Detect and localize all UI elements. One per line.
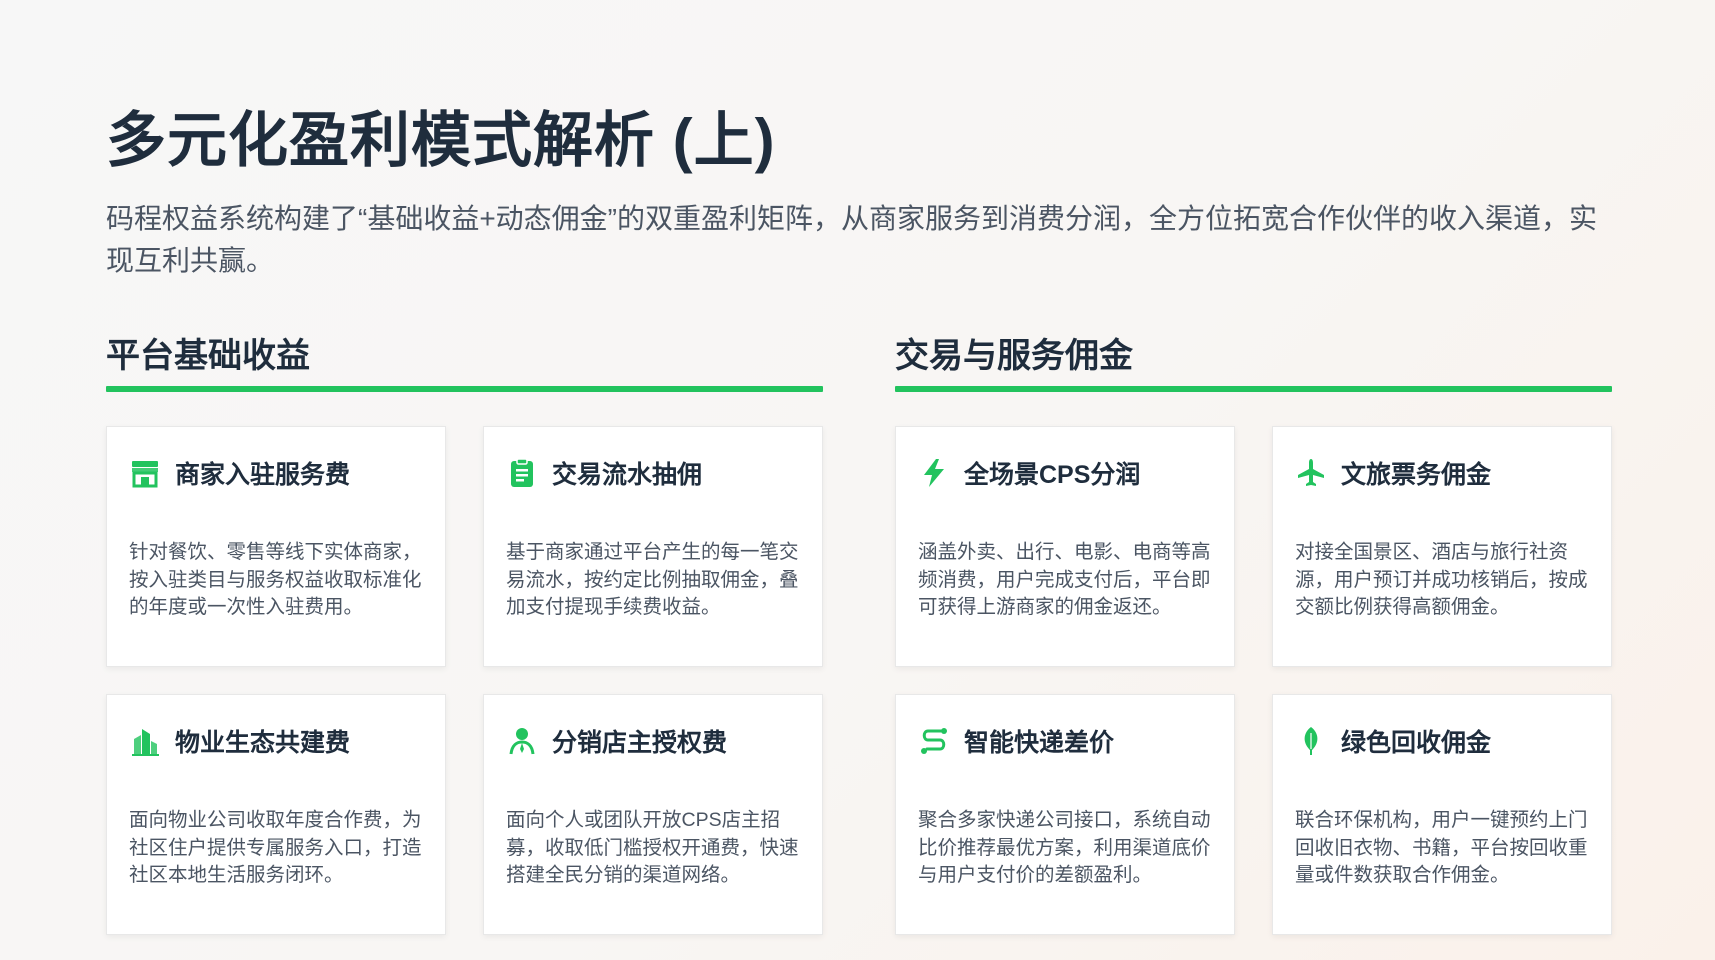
card-description: 聚合多家快递公司接口，系统自动比价推荐最优方案，利用渠道底价与用户支付价的差额盈… — [918, 809, 1211, 886]
card-description: 面向物业公司收取年度合作费，为社区住户提供专属服务入口，打造社区本地生活服务闭环… — [129, 809, 422, 886]
card-title: 文旅票务佣金 — [1341, 461, 1492, 489]
card-description: 基于商家通过平台产生的每一笔交易流水，按约定比例抽取佣金，叠加支付提现手续费收益… — [506, 541, 799, 618]
route-icon — [918, 725, 950, 757]
card-merchant-entry-fee: 商家入驻服务费 针对餐饮、零售等线下实体商家，按入驻类目与服务权益收取标准化的年… — [106, 426, 446, 667]
buildings-icon — [129, 725, 161, 757]
leaf-icon — [1295, 725, 1327, 757]
card-cps-profit-share: 全场景CPS分润 涵盖外卖、出行、电影、电商等高频消费，用户完成支付后，平台即可… — [895, 426, 1235, 667]
section-title: 平台基础收益 — [106, 337, 310, 375]
clipboard-list-icon — [506, 457, 538, 489]
section-underline — [895, 386, 1612, 392]
card-title: 全场景CPS分润 — [964, 461, 1141, 489]
section-underline — [106, 386, 823, 392]
page-subtitle: 码程权益系统构建了“基础收益+动态佣金”的双重盈利矩阵，从商家服务到消费分润，全… — [106, 203, 1598, 276]
card-transaction-commission: 交易流水抽佣 基于商家通过平台产生的每一笔交易流水，按约定比例抽取佣金，叠加支付… — [483, 426, 823, 667]
card-description: 面向个人或团队开放CPS店主招募，收取低门槛授权开通费，快速搭建全民分销的渠道网… — [506, 809, 799, 886]
airplane-icon — [1295, 457, 1327, 489]
card-description: 针对餐饮、零售等线下实体商家，按入驻类目与服务权益收取标准化的年度或一次性入驻费… — [129, 541, 422, 618]
section-transaction-commission: 交易与服务佣金 全场景CPS分润 涵盖外卖、出行、电影、电商等高频消费，用户完成… — [895, 326, 1612, 935]
user-icon — [506, 725, 538, 757]
card-title: 智能快递差价 — [964, 729, 1115, 757]
lightning-icon — [918, 457, 950, 489]
card-title: 分销店主授权费 — [552, 729, 728, 757]
card-description: 对接全国景区、酒店与旅行社资源，用户预订并成功核销后，按成交额比例获得高额佣金。 — [1295, 541, 1588, 618]
card-green-recycling-commission: 绿色回收佣金 联合环保机构，用户一键预约上门回收旧衣物、书籍，平台按回收重量或件… — [1272, 694, 1612, 935]
card-property-ecosystem-fee: 物业生态共建费 面向物业公司收取年度合作费，为社区住户提供专属服务入口，打造社区… — [106, 694, 446, 935]
card-description: 涵盖外卖、出行、电影、电商等高频消费，用户完成支付后，平台即可获得上游商家的佣金… — [918, 541, 1211, 618]
card-travel-ticket-commission: 文旅票务佣金 对接全国景区、酒店与旅行社资源，用户预订并成功核销后，按成交额比例… — [1272, 426, 1612, 667]
card-title: 物业生态共建费 — [175, 729, 351, 757]
card-title: 商家入驻服务费 — [175, 461, 351, 489]
storefront-icon — [129, 457, 161, 489]
page-title: 多元化盈利模式解析 (上) — [106, 107, 776, 174]
card-distributor-license-fee: 分销店主授权费 面向个人或团队开放CPS店主招募，收取低门槛授权开通费，快速搭建… — [483, 694, 823, 935]
card-smart-express-margin: 智能快递差价 聚合多家快递公司接口，系统自动比价推荐最优方案，利用渠道底价与用户… — [895, 694, 1235, 935]
section-title: 交易与服务佣金 — [895, 337, 1133, 375]
card-description: 联合环保机构，用户一键预约上门回收旧衣物、书籍，平台按回收重量或件数获取合作佣金… — [1295, 809, 1588, 886]
card-title: 交易流水抽佣 — [552, 461, 703, 489]
slide: 多元化盈利模式解析 (上) 码程权益系统构建了“基础收益+动态佣金”的双重盈利矩… — [0, 0, 1715, 960]
section-platform-income: 平台基础收益 商家入驻服务费 针对餐饮、零售等线下实体商家，按入驻类目与服务权益… — [106, 326, 823, 935]
card-title: 绿色回收佣金 — [1341, 729, 1492, 757]
